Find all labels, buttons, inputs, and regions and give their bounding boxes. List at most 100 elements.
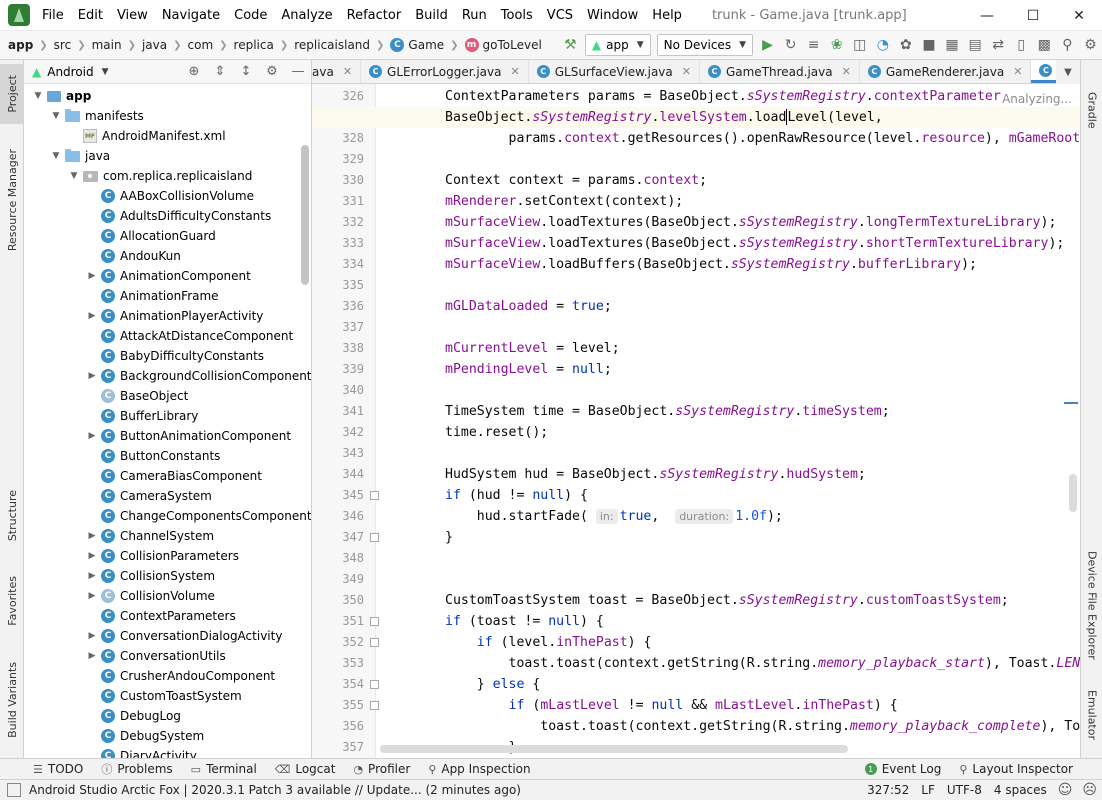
menu-refactor[interactable]: Refactor: [341, 0, 410, 31]
locate-icon[interactable]: ⊕: [181, 60, 207, 84]
chevron-down-icon[interactable]: ▼: [32, 91, 44, 101]
tool-tab-problems[interactable]: ⓘ Problems: [92, 761, 181, 777]
tool-tab-structure[interactable]: Structure: [0, 484, 24, 548]
sync-gradle-icon[interactable]: ⇄: [987, 33, 1010, 57]
tool-tab-device-file-explorer[interactable]: Device File Explorer: [1081, 540, 1102, 670]
menu-edit[interactable]: Edit: [72, 0, 111, 31]
tree-item[interactable]: C CameraBiasComponent: [24, 466, 311, 486]
chevron-right-icon[interactable]: ▶: [86, 431, 98, 441]
code-line[interactable]: }: [445, 527, 453, 548]
breadcrumb-item[interactable]: app: [0, 38, 38, 52]
tool-tab-gradle[interactable]: Gradle: [1081, 80, 1102, 140]
gear-icon[interactable]: ⚙: [259, 60, 285, 84]
code-line[interactable]: mSurfaceView.loadTextures(BaseObject.sSy…: [445, 212, 1056, 233]
device-select[interactable]: No Devices ▼: [656, 34, 753, 56]
menu-run[interactable]: Run: [456, 0, 495, 31]
tree-item[interactable]: C DebugSystem: [24, 726, 311, 746]
tool-tab-terminal[interactable]: ▭ Terminal: [182, 762, 266, 776]
menu-help[interactable]: Help: [646, 0, 690, 31]
menu-navigate[interactable]: Navigate: [156, 0, 228, 31]
breadcrumb-method[interactable]: m goToLevel: [460, 38, 547, 52]
breadcrumb-item[interactable]: main: [87, 38, 127, 52]
close-icon[interactable]: ✕: [343, 65, 352, 78]
chevron-right-icon[interactable]: ▶: [86, 371, 98, 381]
tree-item[interactable]: ▶ C CollisionSystem: [24, 566, 311, 586]
device-manager-icon[interactable]: ▯: [1010, 33, 1033, 57]
attach-process-icon[interactable]: ✿: [894, 33, 917, 57]
code-line[interactable]: if (toast != null) {: [445, 611, 604, 632]
expand-all-icon[interactable]: ⇕: [207, 60, 233, 84]
feedback-sad-icon[interactable]: ☹: [1077, 782, 1102, 798]
fold-marker-icon[interactable]: [370, 701, 379, 710]
tree-item[interactable]: C AdultsDifficultyConstants: [24, 206, 311, 226]
tree-item[interactable]: ▶ C ConversationDialogActivity: [24, 626, 311, 646]
editor-tab[interactable]: C GameRenderer.java ✕: [860, 60, 1032, 83]
editor-horizontal-scrollbar[interactable]: [380, 745, 848, 753]
code-line[interactable]: TimeSystem time = BaseObject.sSystemRegi…: [445, 401, 890, 422]
tool-tab-resource-manager[interactable]: Resource Manager: [0, 140, 24, 260]
menu-view[interactable]: View: [111, 0, 156, 31]
caret-position[interactable]: 327:52: [861, 783, 915, 797]
project-structure-icon[interactable]: ▦: [941, 33, 964, 57]
tree-item[interactable]: ▼ app: [24, 86, 311, 106]
code-line[interactable]: params.context.getResources().openRawRes…: [445, 128, 1080, 149]
tree-item[interactable]: C ChangeComponentsComponent: [24, 506, 311, 526]
code-line[interactable]: if (hud != null) {: [445, 485, 588, 506]
tool-tab-favorites[interactable]: Favorites: [0, 570, 24, 632]
code-line[interactable]: mCurrentLevel = level;: [445, 338, 620, 359]
maximize-icon[interactable]: ☐: [1010, 0, 1056, 31]
tree-item[interactable]: ▶ C ChannelSystem: [24, 526, 311, 546]
avd-manager-icon[interactable]: ▤: [964, 33, 987, 57]
indent-setting[interactable]: 4 spaces: [988, 783, 1053, 797]
code-line[interactable]: mGLDataLoaded = true;: [445, 296, 612, 317]
code-line[interactable]: CustomToastSystem toast = BaseObject.sSy…: [445, 590, 1009, 611]
apply-changes-icon[interactable]: ≡: [802, 33, 825, 57]
code-line[interactable]: mPendingLevel = null;: [445, 359, 612, 380]
menu-build[interactable]: Build: [409, 0, 456, 31]
line-separator[interactable]: LF: [915, 783, 941, 797]
fold-marker-icon[interactable]: [370, 680, 379, 689]
code-editor[interactable]: 3263273283293303313323333343353363373383…: [312, 84, 1080, 758]
close-icon[interactable]: ✕: [1013, 65, 1022, 78]
project-view-mode[interactable]: Android: [47, 65, 93, 79]
tree-item[interactable]: C CameraSystem: [24, 486, 311, 506]
tree-item[interactable]: C AttackAtDistanceComponent: [24, 326, 311, 346]
settings-icon[interactable]: ⚙: [1079, 33, 1102, 57]
chevron-right-icon[interactable]: ▶: [86, 571, 98, 581]
chevron-down-icon[interactable]: ▼: [50, 151, 62, 161]
file-encoding[interactable]: UTF-8: [941, 783, 988, 797]
menu-file[interactable]: File: [36, 0, 72, 31]
code-line[interactable]: hud.startFade( in: true, duration: 1.0f);: [445, 506, 783, 527]
toggle-tool-windows-icon[interactable]: [7, 783, 21, 797]
sdk-manager-icon[interactable]: ▩: [1033, 33, 1056, 57]
tree-item[interactable]: C CrusherAndouComponent: [24, 666, 311, 686]
editor-tab[interactable]: C GLSurfaceView.java ✕: [529, 60, 700, 83]
minimize-icon[interactable]: —: [964, 0, 1010, 31]
tree-item[interactable]: ▼ manifests: [24, 106, 311, 126]
breadcrumb-class[interactable]: C Game: [385, 38, 449, 52]
chevron-right-icon[interactable]: ▶: [86, 551, 98, 561]
chevron-down-icon[interactable]: ▼: [68, 171, 80, 181]
chevron-right-icon[interactable]: ▶: [86, 271, 98, 281]
code-line[interactable]: HudSystem hud = BaseObject.sSystemRegist…: [445, 464, 866, 485]
menu-analyze[interactable]: Analyze: [275, 0, 340, 31]
fold-marker-icon[interactable]: [370, 617, 379, 626]
tree-item[interactable]: MF AndroidManifest.xml: [24, 126, 311, 146]
tree-scrollbar[interactable]: [301, 145, 309, 285]
tree-item[interactable]: C AABoxCollisionVolume: [24, 186, 311, 206]
tree-item[interactable]: C AllocationGuard: [24, 226, 311, 246]
tool-tab-build-variants[interactable]: Build Variants: [0, 656, 24, 744]
run-config-select[interactable]: ▲ app ▼: [584, 34, 651, 56]
debug-icon[interactable]: ❀: [825, 33, 848, 57]
stop-icon[interactable]: ■: [917, 33, 940, 57]
tree-item[interactable]: C DebugLog: [24, 706, 311, 726]
code-line[interactable]: toast.toast(context.getString(R.string.m…: [445, 653, 1080, 674]
profile-icon[interactable]: ◔: [871, 33, 894, 57]
code-line[interactable]: if (mLastLevel != null && mLastLevel.inT…: [445, 695, 898, 716]
menu-code[interactable]: Code: [228, 0, 275, 31]
tree-item[interactable]: C ButtonConstants: [24, 446, 311, 466]
editor-tab[interactable]: C GLErrorLogger.java ✕: [361, 60, 529, 83]
run-icon[interactable]: ▶: [756, 33, 779, 57]
code-line[interactable]: if (level.inThePast) {: [445, 632, 652, 653]
breadcrumb-item[interactable]: replicaisland: [289, 38, 375, 52]
